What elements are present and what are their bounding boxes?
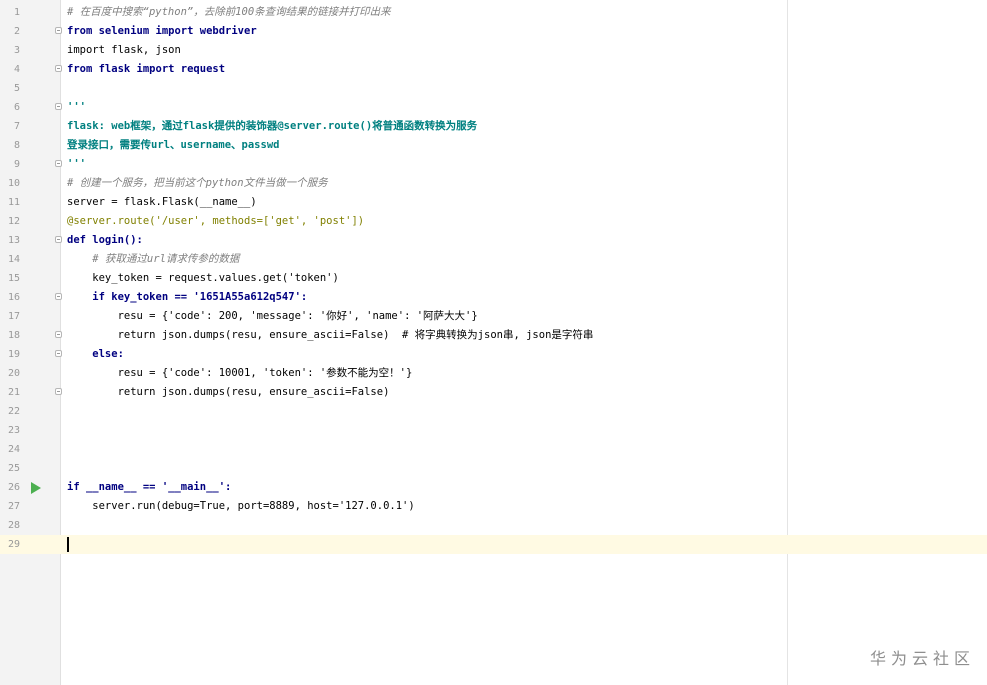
code-line[interactable]: 19 else: [0,345,987,364]
line-number: 14 [7,254,20,265]
fold-toggle-icon[interactable] [55,293,62,300]
code-line[interactable]: 18 return json.dumps(resu, ensure_ascii=… [0,326,987,345]
code-line[interactable]: 15 key_token = request.values.get('token… [0,269,987,288]
code-line[interactable]: 14 # 获取通过url请求传参的数据 [0,250,987,269]
line-number: 27 [7,501,20,512]
fold-toggle-icon[interactable] [55,331,62,338]
fold-toggle-icon[interactable] [55,27,62,34]
line-number: 7 [13,121,20,132]
code-text: from selenium import webdriver [67,25,257,37]
code-text: 登录接口，需要传url、username、passwd [67,139,280,151]
line-number: 22 [7,406,20,417]
code-text: key_token = request.values.get('token') [67,272,339,284]
line-number: 1 [13,7,20,18]
line-number: 12 [7,216,20,227]
code-text: # 获取通过url请求传参的数据 [67,253,240,265]
line-number: 9 [13,159,20,170]
code-line[interactable]: 20 resu = {'code': 10001, 'token': '参数不能… [0,364,987,383]
code-text: if key_token == '1651A55a612q547': [67,291,308,303]
code-line[interactable]: 11 server = flask.Flask(__name__) [0,193,987,212]
line-number: 29 [7,539,20,550]
code-text: ''' [67,158,86,170]
line-number: 18 [7,330,20,341]
code-editor[interactable]: 1 # 在百度中搜索“python”，去除前100条查询结果的链接并打印出来 2… [0,0,987,685]
code-line[interactable]: 23 [0,421,987,440]
code-line[interactable]: 6 ''' [0,98,987,117]
code-text: def login(): [67,234,143,246]
line-number: 25 [7,463,20,474]
code-text: server.run(debug=True, port=8889, host='… [67,500,415,512]
line-number: 28 [7,520,20,531]
code-text: if __name__ == '__main__': [67,481,232,493]
code-line[interactable]: 1 # 在百度中搜索“python”，去除前100条查询结果的链接并打印出来 [0,3,987,22]
code-line[interactable]: 26 if __name__ == '__main__': [0,478,987,497]
code-text: # 创建一个服务，把当前这个python文件当做一个服务 [67,177,328,189]
code-text: ''' [67,101,86,113]
code-text: resu = {'code': 10001, 'token': '参数不能为空！… [67,367,413,379]
fold-toggle-icon[interactable] [55,65,62,72]
line-number: 8 [13,140,20,151]
line-number: 10 [7,178,20,189]
code-text: @server.route('/user', methods=['get', '… [67,215,365,227]
code-text: return json.dumps(resu, ensure_ascii=Fal… [67,386,390,398]
line-number: 21 [7,387,20,398]
fold-toggle-icon[interactable] [55,350,62,357]
code-line[interactable]: 10 # 创建一个服务，把当前这个python文件当做一个服务 [0,174,987,193]
fold-toggle-icon[interactable] [55,160,62,167]
code-text: resu = {'code': 200, 'message': '你好', 'n… [67,310,478,322]
line-number: 24 [7,444,20,455]
line-number: 15 [7,273,20,284]
fold-toggle-icon[interactable] [55,103,62,110]
code-line[interactable]: 4 from flask import request [0,60,987,79]
line-number: 2 [13,26,20,37]
code-line[interactable]: 8 登录接口，需要传url、username、passwd [0,136,987,155]
line-number: 3 [13,45,20,56]
code-line[interactable]: 22 [0,402,987,421]
code-line[interactable]: 2 from selenium import webdriver [0,22,987,41]
line-number: 20 [7,368,20,379]
text-caret [67,537,69,552]
code-line[interactable]: 28 [0,516,987,535]
code-text: return json.dumps(resu, ensure_ascii=Fal… [67,329,594,341]
run-icon[interactable] [31,482,41,494]
code-line[interactable]: 27 server.run(debug=True, port=8889, hos… [0,497,987,516]
line-number: 19 [7,349,20,360]
code-text: flask: web框架，通过flask提供的装饰器@server.route(… [67,120,478,132]
line-number: 11 [7,197,20,208]
line-number: 13 [7,235,20,246]
code-line[interactable]: 13 def login(): [0,231,987,250]
code-line[interactable]: 7 flask: web框架，通过flask提供的装饰器@server.rout… [0,117,987,136]
current-code-line[interactable]: 29 [0,535,987,554]
code-text: # 在百度中搜索“python”，去除前100条查询结果的链接并打印出来 [67,6,391,18]
code-text: from flask import request [67,63,226,75]
fold-toggle-icon[interactable] [55,388,62,395]
line-number: 26 [7,482,20,493]
code-line[interactable]: 12 @server.route('/user', methods=['get'… [0,212,987,231]
code-line[interactable]: 24 [0,440,987,459]
code-text: server = flask.Flask(__name__) [67,196,257,208]
fold-toggle-icon[interactable] [55,236,62,243]
line-number: 16 [7,292,20,303]
code-text: import flask, json [67,44,181,56]
line-number: 23 [7,425,20,436]
code-line[interactable]: 21 return json.dumps(resu, ensure_ascii=… [0,383,987,402]
code-text: else: [67,348,124,360]
code-line[interactable]: 16 if key_token == '1651A55a612q547': [0,288,987,307]
watermark: 华为云社区 [869,649,975,668]
code-line[interactable]: 3 import flask, json [0,41,987,60]
line-number: 6 [13,102,20,113]
line-number: 5 [13,83,20,94]
code-line[interactable]: 9 ''' [0,155,987,174]
code-line[interactable]: 17 resu = {'code': 200, 'message': '你好',… [0,307,987,326]
line-number: 4 [13,64,20,75]
code-line[interactable]: 5 [0,79,987,98]
line-number: 17 [7,311,20,322]
code-line[interactable]: 25 [0,459,987,478]
